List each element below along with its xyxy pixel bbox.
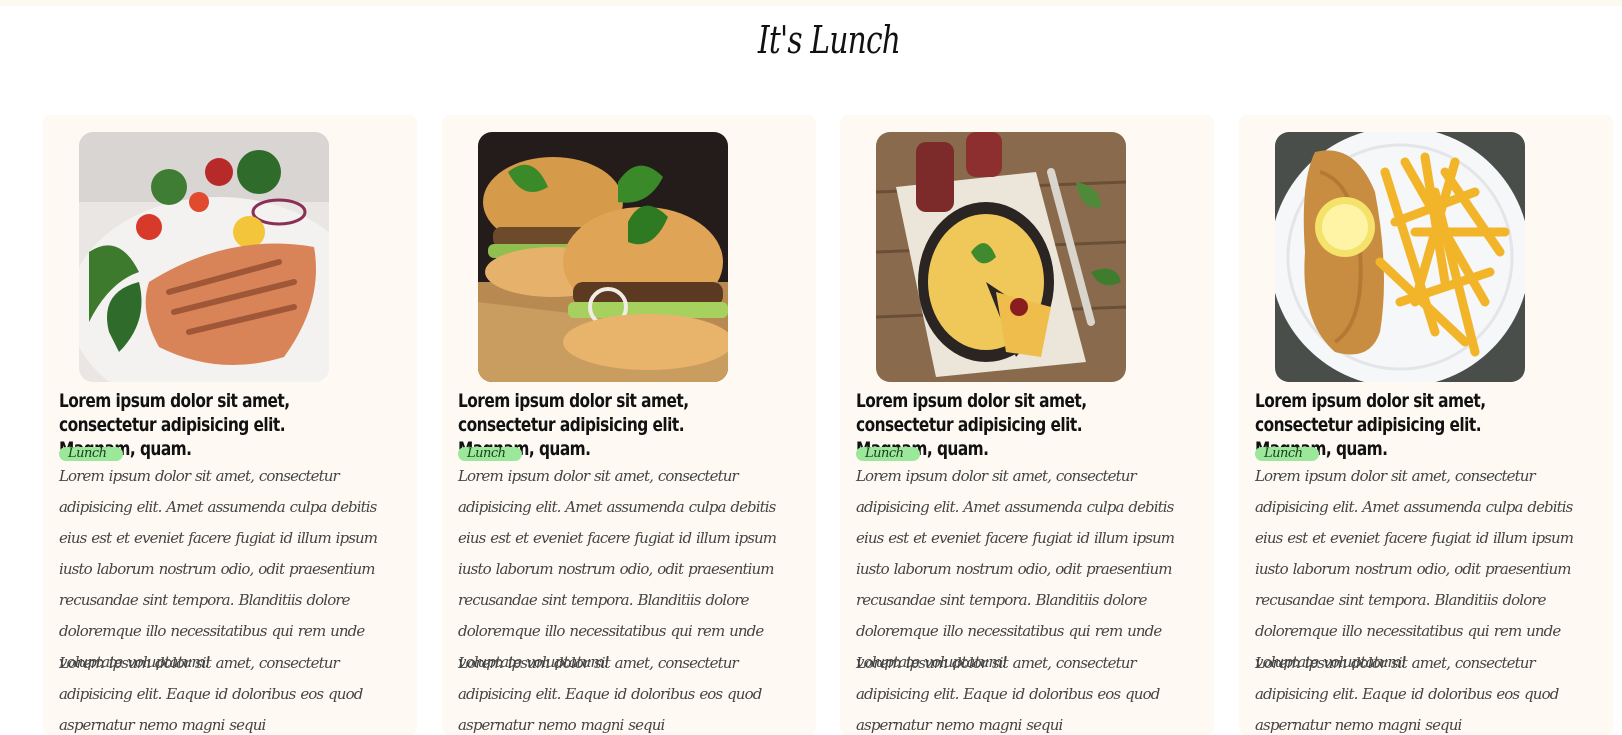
top-strip — [0, 0, 1622, 6]
card-description: Lorem ipsum dolor sit amet, consectetur … — [1255, 467, 1574, 671]
card-description-2: Lorem ipsum dolor sit amet, consectetur … — [59, 654, 363, 734]
salmon-salad-image[interactable] — [79, 132, 329, 382]
burger-image[interactable] — [478, 132, 728, 382]
burger-image-graphic — [478, 132, 728, 382]
card-description-2: Lorem ipsum dolor sit amet, consectetur … — [458, 654, 762, 734]
category-tag[interactable]: Lunch — [856, 447, 920, 461]
omelette-pie-image[interactable] — [876, 132, 1126, 382]
card-description: Lorem ipsum dolor sit amet, consectetur … — [59, 467, 378, 671]
category-tag[interactable]: Lunch — [458, 447, 522, 461]
salmon-salad-image-graphic — [79, 132, 329, 382]
category-tag[interactable]: Lunch — [1255, 447, 1319, 461]
card-grid: Lorem ipsum dolor sit amet, consectetur … — [43, 115, 1622, 735]
card-description: Lorem ipsum dolor sit amet, consectetur … — [458, 467, 777, 671]
recipe-card[interactable]: Lorem ipsum dolor sit amet, consectetur … — [442, 115, 816, 735]
recipe-card[interactable]: Lorem ipsum dolor sit amet, consectetur … — [1239, 115, 1613, 735]
card-description: Lorem ipsum dolor sit amet, consectetur … — [856, 467, 1175, 671]
category-tag[interactable]: Lunch — [59, 447, 123, 461]
page-title: It's Lunch — [757, 18, 901, 62]
schnitzel-fries-image-graphic — [1275, 132, 1525, 382]
card-description-2: Lorem ipsum dolor sit amet, consectetur … — [856, 654, 1160, 734]
schnitzel-fries-image[interactable] — [1275, 132, 1525, 382]
omelette-pie-image-graphic — [876, 132, 1126, 382]
recipe-card[interactable]: Lorem ipsum dolor sit amet, consectetur … — [43, 115, 417, 735]
card-description-2: Lorem ipsum dolor sit amet, consectetur … — [1255, 654, 1559, 734]
recipe-card[interactable]: Lorem ipsum dolor sit amet, consectetur … — [840, 115, 1214, 735]
